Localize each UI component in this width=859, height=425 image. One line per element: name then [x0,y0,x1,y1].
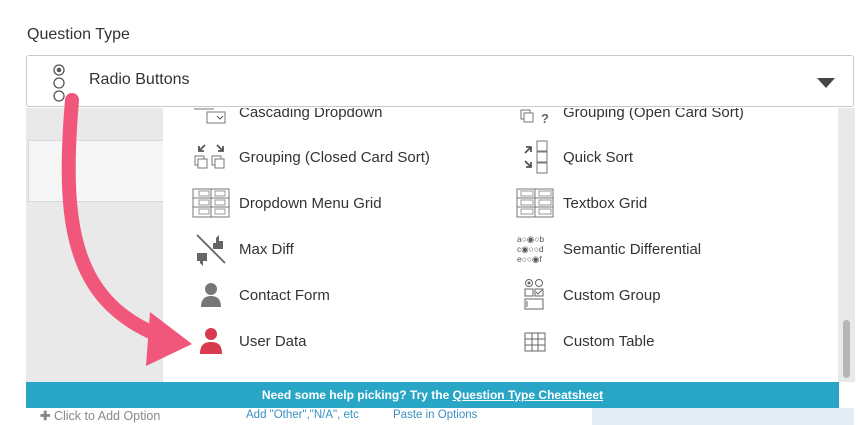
option-label: Quick Sort [563,148,634,166]
option-custom-table[interactable]: Custom Table [513,323,654,359]
chevron-down-icon[interactable] [817,78,835,88]
svg-text:a○◉○b c◉○○d e○: a○◉○b c◉○○d e○○◉f [517,234,547,264]
option-label: Dropdown Menu Grid [239,194,382,212]
option-semantic-differential[interactable]: a○◉○b c◉○○d e○○◉f Semantic Differential [513,231,701,267]
option-quick-sort[interactable]: Quick Sort [513,139,633,175]
semantic-differential-icon: a○◉○b c◉○○d e○○◉f [517,234,547,264]
option-dropdown-menu-grid[interactable]: Dropdown Menu Grid [189,185,382,221]
option-label: Grouping (Closed Card Sort) [239,148,430,166]
dropdown-grid-icon [192,188,230,218]
option-textbox-grid[interactable]: Textbox Grid [513,185,647,221]
plus-icon: ✚ [40,409,51,423]
option-label: Custom Group [563,286,661,304]
option-label: Semantic Differential [563,240,702,258]
option-label: Textbox Grid [563,194,648,212]
cascading-dropdown-icon [194,108,226,124]
option-grouping-closed[interactable]: Grouping (Closed Card Sort) [189,139,430,175]
user-data-icon [200,328,222,354]
grouping-closed-icon [194,144,225,169]
add-other-link[interactable]: Add "Other","N/A", etc [246,409,359,421]
paste-options-link[interactable]: Paste in Options [393,409,477,421]
option-label: Grouping (Open Card Sort) [563,108,744,121]
custom-table-icon [524,332,546,352]
option-custom-group[interactable]: Custom Group [513,277,661,313]
help-bar: Need some help picking? Try the Question… [26,382,839,408]
option-cascading-dropdown[interactable]: Cascading Dropdown [189,108,382,130]
option-label: Contact Form [239,286,330,304]
question-type-select[interactable]: Radio Buttons [26,55,854,107]
option-label: Custom Table [563,332,655,350]
contact-form-icon [201,283,221,307]
add-option-button[interactable]: ✚ Click to Add Option [40,408,160,423]
background-options-row: ✚ Click to Add Option Add "Other","N/A",… [26,408,854,425]
question-type-menu: Cascading Dropdown ? Grouping (Open Card… [163,108,838,382]
textbox-grid-icon [516,188,554,218]
background-side-panel [592,408,854,425]
max-diff-icon [196,234,226,266]
quick-sort-icon [524,140,548,174]
selected-question-type: Radio Buttons [89,71,190,88]
scrollbar-thumb[interactable] [843,320,850,378]
option-label: Cascading Dropdown [239,108,383,121]
option-user-data[interactable]: User Data [189,323,307,359]
help-text: Need some help picking? Try the [261,388,453,402]
option-label: Max Diff [239,240,294,258]
option-label: User Data [239,332,307,350]
grouping-open-icon: ? [520,109,549,126]
cheatsheet-link[interactable]: Question Type Cheatsheet [453,388,603,402]
option-max-diff[interactable]: Max Diff [189,231,294,267]
add-option-label: Click to Add Option [53,409,161,423]
svg-text:?: ? [541,111,549,126]
custom-group-icon [524,279,544,310]
option-grouping-open[interactable]: ? Grouping (Open Card Sort) [513,108,744,130]
radio-buttons-icon [53,64,65,102]
question-type-label: Question Type [27,26,130,43]
background-option-box [28,140,165,202]
option-contact-form[interactable]: Contact Form [189,277,330,313]
